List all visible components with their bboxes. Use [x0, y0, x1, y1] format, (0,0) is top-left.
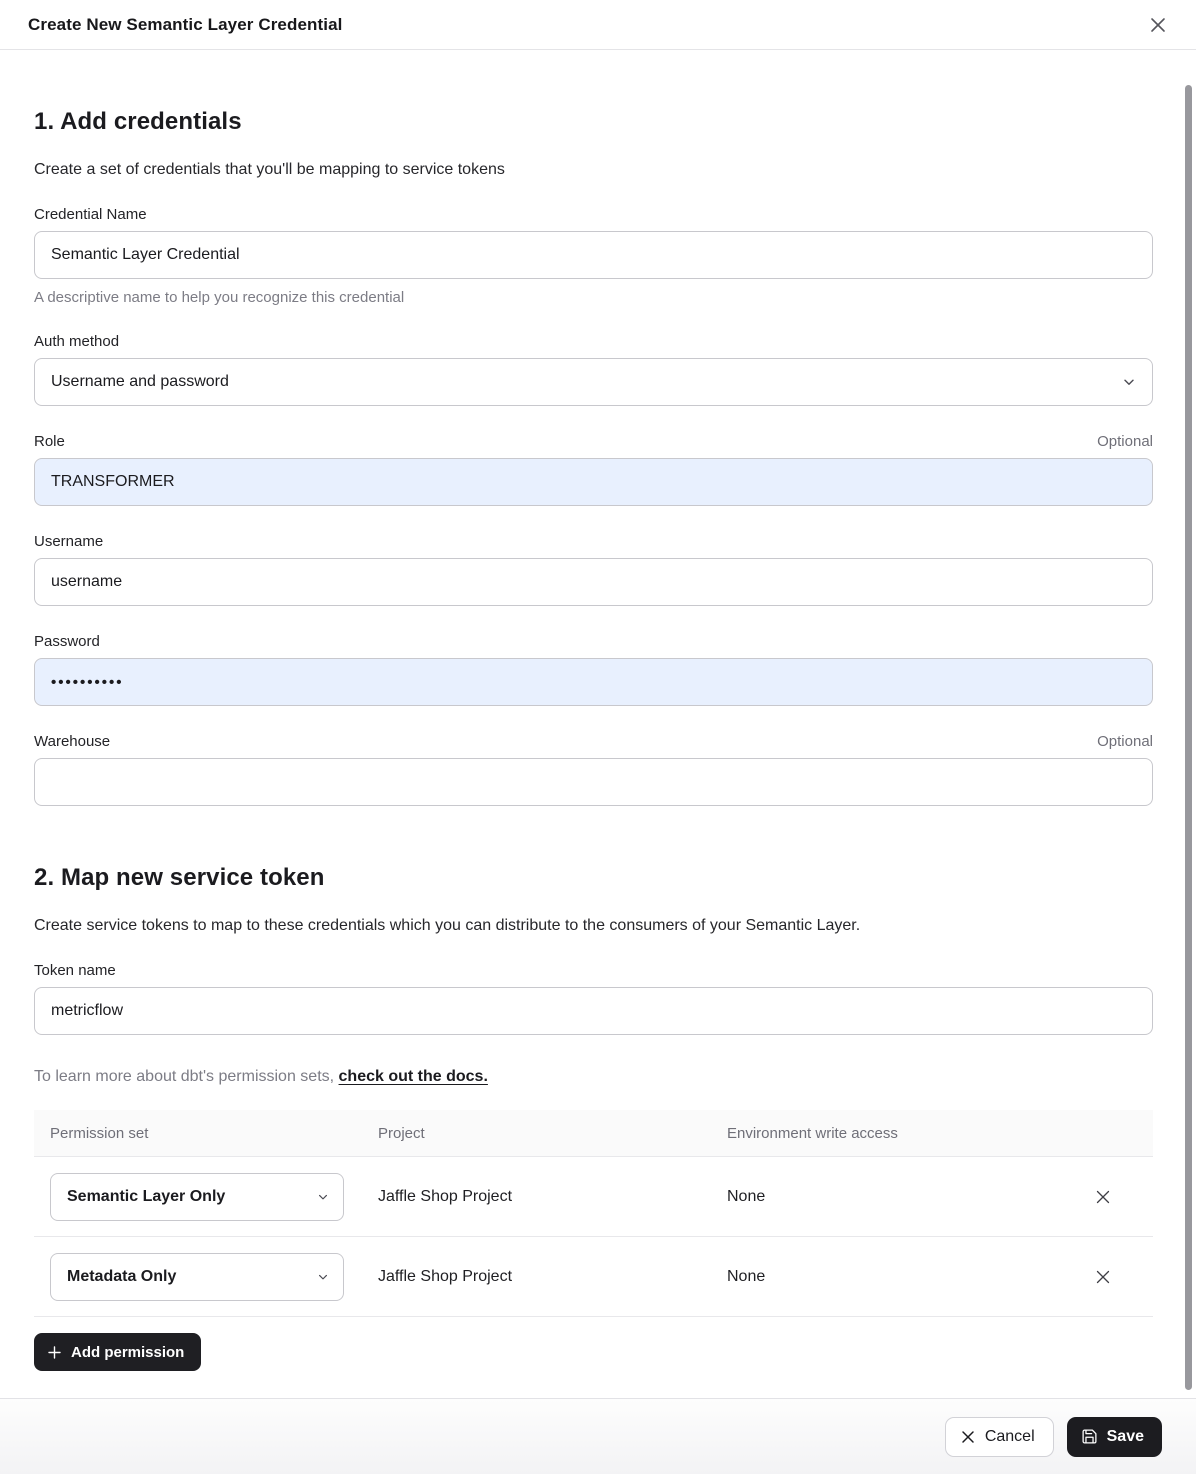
project-cell: Jaffle Shop Project: [378, 1268, 727, 1286]
section1-subtitle: Create a set of credentials that you'll …: [34, 161, 1153, 179]
docs-link[interactable]: check out the docs.: [339, 1068, 488, 1085]
auth-method-value: Username and password: [51, 373, 229, 391]
password-input[interactable]: [34, 658, 1153, 706]
project-cell: Jaffle Shop Project: [378, 1188, 727, 1206]
permission-set-value: Semantic Layer Only: [67, 1188, 225, 1206]
close-button[interactable]: [1144, 11, 1172, 39]
warehouse-label: Warehouse: [34, 733, 110, 750]
plus-icon: [47, 1345, 62, 1360]
permission-set-select[interactable]: Semantic Layer Only: [50, 1173, 344, 1221]
credential-name-input[interactable]: [34, 231, 1153, 279]
column-header-project: Project: [378, 1125, 727, 1142]
credential-name-helper: A descriptive name to help you recognize…: [34, 289, 1153, 306]
add-permission-label: Add permission: [71, 1344, 184, 1361]
permission-set-value: Metadata Only: [67, 1268, 176, 1286]
table-row: Metadata Only Jaffle Shop Project None: [34, 1236, 1153, 1316]
chevron-down-icon: [317, 1271, 329, 1283]
chevron-down-icon: [1122, 375, 1136, 389]
remove-row-button[interactable]: [1089, 1263, 1117, 1291]
save-label: Save: [1107, 1428, 1144, 1446]
remove-row-icon: [1094, 1188, 1112, 1206]
permissions-table: Permission set Project Environment write…: [34, 1110, 1153, 1317]
docs-line: To learn more about dbt's permission set…: [34, 1068, 1153, 1086]
table-row: Semantic Layer Only Jaffle Shop Project …: [34, 1156, 1153, 1236]
save-button[interactable]: Save: [1067, 1417, 1162, 1457]
env-write-access-cell: None: [727, 1268, 1089, 1286]
password-label: Password: [34, 633, 100, 650]
token-name-input[interactable]: [34, 987, 1153, 1035]
column-header-env-write-access: Environment write access: [727, 1125, 1089, 1142]
role-input[interactable]: [34, 458, 1153, 506]
auth-method-label: Auth method: [34, 333, 119, 350]
close-icon: [1148, 15, 1168, 35]
warehouse-input[interactable]: [34, 758, 1153, 806]
auth-method-select[interactable]: Username and password: [34, 358, 1153, 406]
section1-heading: 1. Add credentials: [34, 108, 1153, 136]
remove-row-icon: [1094, 1268, 1112, 1286]
token-name-label: Token name: [34, 962, 116, 979]
permissions-table-header: Permission set Project Environment write…: [34, 1110, 1153, 1156]
save-icon: [1081, 1428, 1098, 1445]
env-write-access-cell: None: [727, 1188, 1089, 1206]
docs-text: To learn more about dbt's permission set…: [34, 1068, 339, 1085]
remove-row-button[interactable]: [1089, 1183, 1117, 1211]
username-label: Username: [34, 533, 103, 550]
column-header-permission-set: Permission set: [34, 1125, 378, 1142]
vertical-scrollbar[interactable]: [1185, 85, 1192, 1390]
cancel-label: Cancel: [985, 1428, 1035, 1446]
modal-title: Create New Semantic Layer Credential: [28, 15, 342, 35]
modal-body: 1. Add credentials Create a set of crede…: [0, 50, 1196, 1398]
modal-header: Create New Semantic Layer Credential: [0, 0, 1196, 50]
chevron-down-icon: [317, 1191, 329, 1203]
add-permission-button[interactable]: Add permission: [34, 1333, 201, 1371]
role-optional-tag: Optional: [1097, 433, 1153, 450]
credential-name-label: Credential Name: [34, 206, 147, 223]
section2-heading: 2. Map new service token: [34, 864, 1153, 892]
modal-footer: Cancel Save: [0, 1398, 1196, 1474]
permission-set-select[interactable]: Metadata Only: [50, 1253, 344, 1301]
role-label: Role: [34, 433, 65, 450]
cancel-x-icon: [960, 1429, 976, 1445]
cancel-button[interactable]: Cancel: [945, 1417, 1054, 1457]
section2-subtitle: Create service tokens to map to these cr…: [34, 917, 1153, 935]
username-input[interactable]: [34, 558, 1153, 606]
warehouse-optional-tag: Optional: [1097, 733, 1153, 750]
